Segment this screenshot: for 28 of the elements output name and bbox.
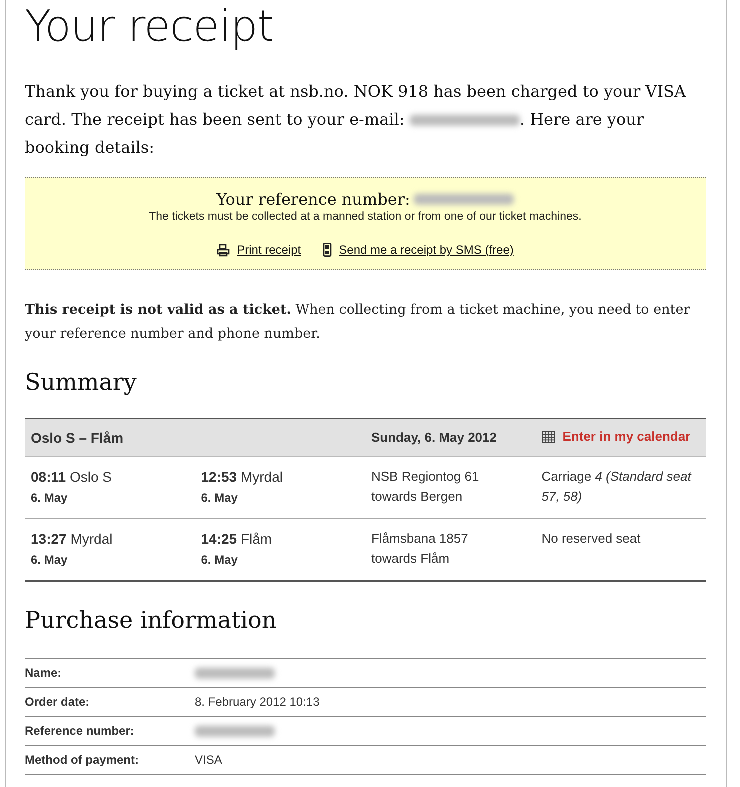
reference-label: Your reference number: bbox=[216, 190, 410, 209]
field-value: 8. February 2012 10:13 bbox=[195, 688, 706, 716]
field-value: VISA bbox=[195, 746, 706, 774]
departure-cell: 08:11 Oslo S 6. May bbox=[25, 456, 196, 518]
collection-note: The tickets must be collected at a manned station or from one of our ticket machines. bbox=[148, 211, 583, 223]
date-header: Sunday, 6. May 2012 bbox=[366, 418, 536, 456]
notice-paragraph: This receipt is not valid as a ticket. When collecting from a ticket machine, you need to enter your reference number and phone number. bbox=[25, 301, 692, 344]
printer-icon bbox=[217, 244, 230, 256]
field-label: Name: bbox=[25, 658, 195, 688]
route-header: Oslo S – Flåm bbox=[25, 418, 196, 456]
sms-link[interactable]: Send me a receipt by SMS (free) bbox=[323, 243, 514, 257]
arrival-cell: 12:53 Myrdal 6. May bbox=[195, 456, 366, 518]
train-cell: Flåmsbana 1857 towards Flåm bbox=[366, 518, 536, 581]
phone-icon bbox=[323, 243, 332, 257]
arrival-cell: 14:25 Flåm 6. May bbox=[195, 518, 366, 581]
print-link[interactable]: Print receipt bbox=[217, 243, 302, 257]
field-label: Order date: bbox=[25, 688, 195, 716]
page-title: Your receipt bbox=[25, 1, 275, 52]
section-heading: Summary bbox=[25, 370, 138, 396]
field-label: Reference number: bbox=[25, 716, 195, 746]
seat-cell: No reserved seat bbox=[536, 518, 706, 581]
intro-paragraph: Thank you for buying a ticket at nsb.no. NOK 918 has been charged to your VISA card. The receipt has been sent to your e-mail: . Here are your booking details: bbox=[25, 81, 688, 159]
seat-cell: Carriage 4 (Standard seat 57, 58) bbox=[536, 456, 706, 518]
calendar-icon bbox=[542, 430, 555, 443]
departure-cell: 13:27 Myrdal 6. May bbox=[25, 518, 196, 581]
train-cell: NSB Regiontog 61 towards Bergen bbox=[366, 456, 536, 518]
field-label: Method of payment: bbox=[25, 746, 195, 774]
section-heading: Purchase information bbox=[25, 608, 278, 634]
